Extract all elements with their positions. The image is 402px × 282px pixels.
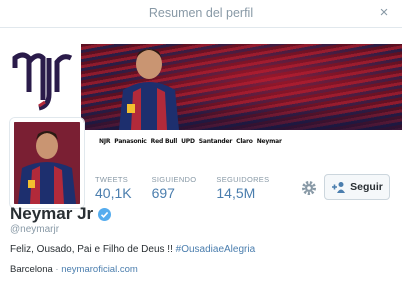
bio-text: Feliz, Ousado, Pai e Filho de Deus !! <box>10 244 176 255</box>
sponsor-logo: Neymar <box>256 138 282 145</box>
sponsor-strip: NJR Panasonic Red Bull UPD Santander Cla… <box>97 130 402 153</box>
follow-label: Seguir <box>350 181 383 193</box>
stat-tweets[interactable]: TWEETS 40,1K <box>95 175 132 202</box>
follow-button[interactable]: Seguir <box>324 174 390 200</box>
profile-location-row: Barcelona · neymaroficial.com <box>10 264 138 275</box>
profile-url-link[interactable]: neymaroficial.com <box>61 264 138 275</box>
close-button[interactable]: × <box>376 4 392 22</box>
profile-location: Barcelona <box>10 264 53 275</box>
sponsor-logo: Red Bull <box>150 138 178 145</box>
profile-name-row: Neymar Jr <box>10 204 112 224</box>
modal-header: Resumen del perfil × <box>0 0 402 28</box>
stat-value: 14,5M <box>216 185 256 201</box>
profile-bio: Feliz, Ousado, Pai e Filho de Deus !! #O… <box>10 244 255 255</box>
profile-name: Neymar Jr <box>10 204 94 223</box>
stat-value: 40,1K <box>95 185 132 201</box>
modal-title: Resumen del perfil <box>148 6 254 20</box>
stat-value: 697 <box>151 185 175 201</box>
verified-icon <box>98 207 112 221</box>
avatar[interactable] <box>10 118 84 208</box>
stat-label: SIGUIENDO <box>151 175 197 184</box>
avatar-photo <box>14 122 80 204</box>
separator: · <box>52 264 62 275</box>
stat-label: TWEETS <box>95 175 129 184</box>
sponsor-logo: NJR <box>99 138 111 145</box>
person-add-icon <box>331 181 346 193</box>
profile-handle[interactable]: @neymarjr <box>10 224 59 235</box>
stat-followers[interactable]: SEGUIDORES 14,5M <box>216 175 269 202</box>
sponsor-logo: UPD <box>181 138 195 145</box>
banner-player-photo <box>109 44 189 130</box>
stat-following[interactable]: SIGUIENDO 697 <box>152 175 197 202</box>
sponsor-logo: Panasonic <box>114 138 147 145</box>
sponsor-logo: Santander <box>198 138 233 145</box>
stat-label: SEGUIDORES <box>216 175 270 184</box>
sponsor-logo: Claro <box>236 138 253 145</box>
gear-icon[interactable] <box>300 179 318 197</box>
profile-stats: TWEETS 40,1K SIGUIENDO 697 SEGUIDORES 14… <box>95 175 289 202</box>
bio-hashtag-link[interactable]: #OusadiaeAlegria <box>176 244 256 255</box>
